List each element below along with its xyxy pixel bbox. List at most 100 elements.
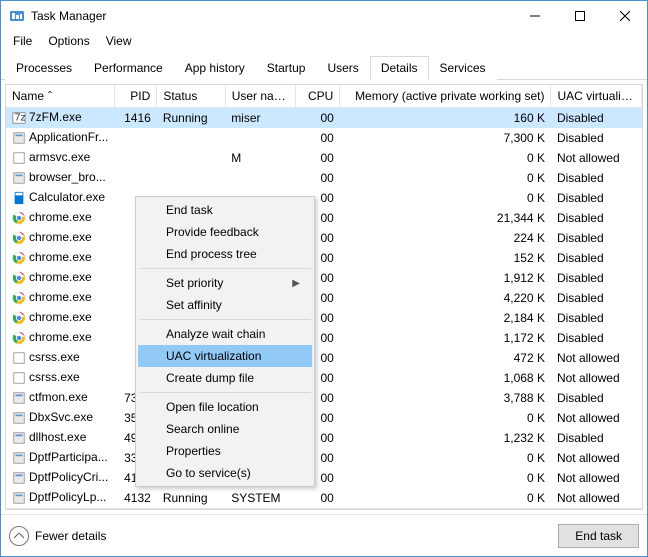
table-row[interactable]: DptfParticipa...3384RunningSYSTEM000 KNo… [6,448,642,468]
ctx-properties[interactable]: Properties [138,440,312,462]
cell-memory: 152 K [340,248,551,268]
table-row[interactable]: armsvc.exeM000 KNot allowed [6,148,642,168]
table-row[interactable]: ctfmon.exe7308Runningmiser003,788 KDisab… [6,388,642,408]
tab-processes[interactable]: Processes [5,56,83,80]
cell-uac: Not allowed [551,408,642,428]
cell-name: chrome.exe [6,248,115,268]
cell-memory: 0 K [340,448,551,468]
table-row[interactable]: chrome.exe004,220 KDisabled [6,288,642,308]
cell-user [225,168,295,188]
cell-uac: Not allowed [551,148,642,168]
end-task-button[interactable]: End task [558,524,639,548]
scroll-left-icon[interactable] [6,509,23,511]
close-button[interactable] [602,1,647,31]
cell-uac: Disabled [551,308,642,328]
minimize-button[interactable] [512,1,557,31]
table-row[interactable]: DbxSvc.exe3556RunningSYSTEM000 KNot allo… [6,408,642,428]
process-icon [12,131,26,145]
tab-startup[interactable]: Startup [256,56,317,80]
col-user[interactable]: User name [225,85,295,108]
ctx-set-priority[interactable]: Set priority▶ [138,272,312,294]
cell-memory: 1,172 K [340,328,551,348]
table-row[interactable]: chrome.exe001,172 KDisabled [6,328,642,348]
table-row[interactable]: csrss.exeM00472 KNot allowed [6,348,642,368]
tab-users[interactable]: Users [316,56,369,80]
table-row[interactable]: chrome.exe00224 KDisabled [6,228,642,248]
menu-file[interactable]: File [5,32,40,50]
cell-uac: Disabled [551,248,642,268]
table-row[interactable]: chrome.exe002,184 KDisabled [6,308,642,328]
ctx-end-process-tree[interactable]: End process tree [138,243,312,265]
sort-asc-icon: ˆ [48,89,52,103]
tab-app-history[interactable]: App history [174,56,256,80]
tab-details[interactable]: Details [370,56,429,80]
col-uac[interactable]: UAC virtualizat [551,85,642,108]
process-icon [12,391,26,405]
fewer-details-button[interactable]: Fewer details [9,526,106,546]
table-row[interactable]: ApplicationFr...007,300 KDisabled [6,128,642,148]
cell-name: ApplicationFr... [6,128,115,148]
col-status[interactable]: Status [157,85,225,108]
process-icon [12,231,26,245]
cell-memory: 0 K [340,148,551,168]
menu-options[interactable]: Options [40,32,97,50]
col-name[interactable]: Nameˆ [6,85,115,108]
process-icon [12,211,26,225]
cell-name: csrss.exe [6,368,115,388]
separator [139,392,311,393]
cell-user: M [225,148,295,168]
ctx-open-file-location[interactable]: Open file location [138,396,312,418]
table-row[interactable]: 7z7zFM.exe1416Runningmiser00160 KDisable… [6,108,642,128]
app-icon [9,8,25,24]
horizontal-scrollbar[interactable] [6,508,642,511]
ctx-go-to-services[interactable]: Go to service(s) [138,462,312,484]
title-bar[interactable]: Task Manager [1,1,647,31]
process-grid[interactable]: Nameˆ PID Status User name CPU Memory (a… [5,84,643,510]
ctx-set-affinity[interactable]: Set affinity [138,294,312,316]
cell-pid [115,168,157,188]
col-memory[interactable]: Memory (active private working set) [340,85,551,108]
col-pid[interactable]: PID [115,85,157,108]
cell-memory: 7,300 K [340,128,551,148]
tab-performance[interactable]: Performance [83,56,174,80]
process-icon [12,371,26,385]
cell-uac: Disabled [551,428,642,448]
process-icon [12,151,26,165]
table-row[interactable]: csrss.exe001,068 KNot allowed [6,368,642,388]
ctx-search-online[interactable]: Search online [138,418,312,440]
cell-memory: 2,184 K [340,308,551,328]
footer: Fewer details End task [1,514,647,556]
ctx-uac-virtualization[interactable]: UAC virtualization [138,345,312,367]
cell-uac: Not allowed [551,448,642,468]
cell-memory: 0 K [340,468,551,488]
cell-name: chrome.exe [6,308,115,328]
process-icon [12,431,26,445]
table-row[interactable]: chrome.exe001,912 KDisabled [6,268,642,288]
ctx-analyze-wait-chain[interactable]: Analyze wait chain [138,323,312,345]
cell-pid: 1416 [115,108,157,128]
cell-pid [115,128,157,148]
table-row[interactable]: browser_bro...000 KDisabled [6,168,642,188]
tab-services[interactable]: Services [429,56,497,80]
col-cpu[interactable]: CPU [296,85,340,108]
cell-name: chrome.exe [6,328,115,348]
menu-view[interactable]: View [98,32,140,50]
table-row[interactable]: DptfPolicyLp...4132RunningSYSTEM000 KNot… [6,488,642,508]
table-row[interactable]: dllhost.exe4908Running001,232 KDisabled [6,428,642,448]
process-icon [12,311,26,325]
cell-user [225,128,295,148]
chevron-up-icon [9,526,29,546]
scroll-right-icon[interactable] [625,509,642,511]
ctx-create-dump-file[interactable]: Create dump file [138,367,312,389]
ctx-end-task[interactable]: End task [138,199,312,221]
table-row[interactable]: DptfPolicyCri...4104RunningSYSTEM000 KNo… [6,468,642,488]
table-row[interactable]: chrome.exe0021,344 KDisabled [6,208,642,228]
tab-bar: Processes Performance App history Startu… [1,51,647,80]
cell-uac: Disabled [551,328,642,348]
cell-name: chrome.exe [6,228,115,248]
maximize-button[interactable] [557,1,602,31]
process-icon [12,351,26,365]
ctx-provide-feedback[interactable]: Provide feedback [138,221,312,243]
table-row[interactable]: Calculator.exe000 KDisabled [6,188,642,208]
table-row[interactable]: chrome.exe00152 KDisabled [6,248,642,268]
